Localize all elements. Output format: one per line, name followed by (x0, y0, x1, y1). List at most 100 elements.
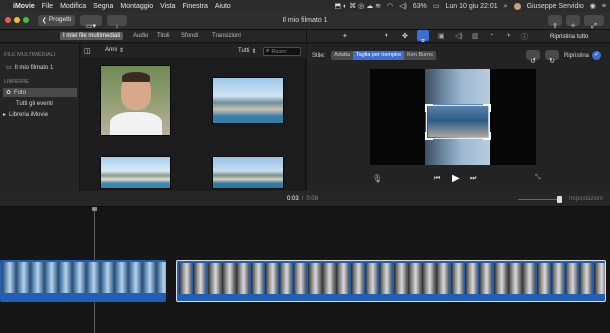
rotate-left-button[interactable]: ↺ (526, 50, 540, 65)
crop-handle-top-right[interactable] (483, 104, 491, 112)
filter-select[interactable]: Tutti ⇕ (238, 48, 256, 55)
filmstrip-frame (264, 263, 278, 294)
speed-icon[interactable]: ◔ (489, 32, 493, 39)
apply-checkmark-icon[interactable]: ✓ (592, 51, 601, 60)
media-browser: ◫ Anni ⇕ Tutti ⇕ ⌕ Ricerc (81, 44, 306, 191)
crop-frame[interactable] (426, 105, 490, 139)
style-ken-burns-button[interactable]: Ken Burns (404, 51, 436, 60)
noise-reduction-icon[interactable]: ▥ (472, 32, 479, 40)
filmstrip-frame (156, 262, 166, 293)
sidebar-item-imovie-library[interactable]: ▸ Libreria iMovie (3, 110, 77, 119)
rotate-right-button[interactable]: ↻ (545, 50, 559, 65)
zoom-window-icon[interactable] (23, 17, 29, 23)
minimize-window-icon[interactable] (14, 17, 20, 23)
timeline-settings-button[interactable]: Impostazioni (569, 196, 603, 202)
status-icons[interactable]: ⬒ ◐ ⌘ ◎ ☁ ≋ (334, 3, 381, 10)
crop-handle-top-left[interactable] (425, 104, 433, 112)
volume-icon[interactable]: ◁) (455, 32, 463, 40)
filmstrip-frame (536, 263, 550, 294)
clock[interactable]: Lun 10 giu 22:01 (446, 3, 498, 10)
info-icon[interactable]: ⓘ (521, 32, 528, 42)
volume-icon[interactable]: ◁) (399, 3, 407, 10)
year-select[interactable]: Anni ⇕ (105, 47, 124, 54)
crop-handle-bottom-right[interactable] (483, 132, 491, 140)
timeline-toolbar: 0:03 / 0:08 Impostazioni (0, 191, 610, 207)
reset-all-button[interactable]: Ripristina tutto (550, 34, 588, 40)
menu-finestra[interactable]: Finestra (183, 3, 208, 10)
fullscreen-icon[interactable]: ⤡ (535, 174, 541, 182)
search-icon: ⌕ (266, 48, 270, 54)
filmstrip-frame (30, 262, 43, 293)
playhead-handle[interactable] (92, 207, 97, 211)
filmstrip-frame (322, 263, 335, 294)
filmstrip-frame (2, 262, 15, 293)
color-balance-icon[interactable]: ◐ (385, 32, 389, 39)
disclosure-triangle-icon[interactable]: ▸ (3, 111, 6, 118)
style-crop-to-fill-button[interactable]: Taglia per riempire (352, 51, 405, 60)
header-divider (306, 30, 307, 43)
filmstrip-frame (450, 263, 464, 294)
menu-montaggio[interactable]: Montaggio (120, 3, 153, 10)
timeline-clip-1[interactable] (0, 260, 166, 302)
search-field[interactable]: ⌕ Ricerc (263, 47, 301, 56)
search-icon[interactable]: ⌕ (504, 3, 508, 10)
sidebar-toggle-icon[interactable]: ◫ (84, 48, 91, 55)
menu-list-icon[interactable]: ≡ (602, 3, 606, 10)
zoom-slider-thumb[interactable] (557, 196, 562, 203)
wifi-icon[interactable]: ◠ (387, 3, 393, 10)
skip-forward-icon[interactable]: ⏭ (470, 175, 476, 183)
siri-icon[interactable]: ◉ (590, 3, 596, 10)
tab-backgrounds[interactable]: Sfondi (181, 33, 198, 39)
color-correction-icon[interactable]: ✤ (402, 32, 408, 40)
time-separator: / (301, 196, 304, 202)
enhance-button[interactable]: ✧ (566, 15, 580, 30)
crop-handle-bottom-left[interactable] (425, 132, 433, 140)
close-window-icon[interactable] (5, 17, 11, 23)
download-button[interactable]: ↓ (107, 15, 127, 30)
photo-thumbnail-coast[interactable] (212, 156, 284, 189)
zoom-slider-track[interactable] (518, 199, 562, 200)
menu-segna[interactable]: Segna (93, 3, 113, 10)
photo-thumbnail-harbor[interactable] (212, 77, 284, 124)
sidebar-item-project[interactable]: ▭ Il mio filmato 1 (6, 63, 80, 72)
play-icon[interactable]: ▶ (452, 173, 460, 184)
timeline-clip-2[interactable] (176, 260, 606, 302)
menu-aiuto[interactable]: Aiuto (215, 3, 231, 10)
tab-audio[interactable]: Audio (133, 33, 148, 39)
menu-app[interactable]: iMovie (13, 3, 35, 10)
crop-button[interactable]: ⌗ (417, 30, 429, 45)
imovie-window: { "menubar": { "app": "iMovie", "items":… (0, 0, 610, 333)
user-avatar[interactable] (513, 2, 521, 10)
menu-modifica[interactable]: Modifica (60, 3, 86, 10)
user-name[interactable]: Giuseppe Servidio (527, 3, 584, 10)
year-select-value: Anni (105, 47, 118, 53)
photo-thumbnail-portrait[interactable] (100, 65, 171, 136)
magic-wand-icon[interactable]: ✦ (342, 32, 348, 40)
video-preview[interactable] (370, 69, 536, 165)
import-media-button[interactable]: ▭▾ (80, 15, 102, 30)
reset-button[interactable]: Ripristina (564, 53, 589, 59)
chevron-left-icon: ❮ (41, 17, 47, 24)
tab-titles[interactable]: Titoli (157, 33, 169, 39)
projects-button[interactable]: ❮ Progetti (38, 15, 75, 26)
share-button[interactable]: ⇪ (548, 15, 562, 30)
battery-icon[interactable]: ▭ (433, 3, 440, 10)
microphone-icon[interactable]: 🎙 (372, 174, 382, 183)
filmstrip-frame (364, 263, 378, 294)
current-time: 0:03 (287, 196, 299, 202)
menu-vista[interactable]: Vista (160, 3, 175, 10)
sidebar-item-photos[interactable]: ✿ Foto (3, 88, 77, 97)
select-arrows-icon: ⇕ (119, 48, 125, 54)
stabilization-icon[interactable]: ▣ (438, 32, 445, 40)
menu-file[interactable]: File (42, 3, 53, 10)
timecode: 0:03 / 0:08 (287, 196, 318, 202)
skip-back-icon[interactable]: ⏮ (434, 175, 440, 183)
fullscreen-button[interactable]: ⤢ (584, 15, 604, 30)
tab-my-media[interactable]: I miei file multimediali (60, 32, 124, 40)
sidebar-item-all-events[interactable]: Tutti gli eventi (6, 99, 80, 108)
tab-transitions[interactable]: Transizioni (212, 33, 241, 39)
photo-thumbnail-town[interactable] (100, 156, 171, 189)
clip-filter-icon[interactable]: ◑ (506, 32, 510, 39)
style-fit-button[interactable]: Adatta (331, 51, 353, 60)
rotate-left-icon: ↺ (530, 58, 536, 65)
